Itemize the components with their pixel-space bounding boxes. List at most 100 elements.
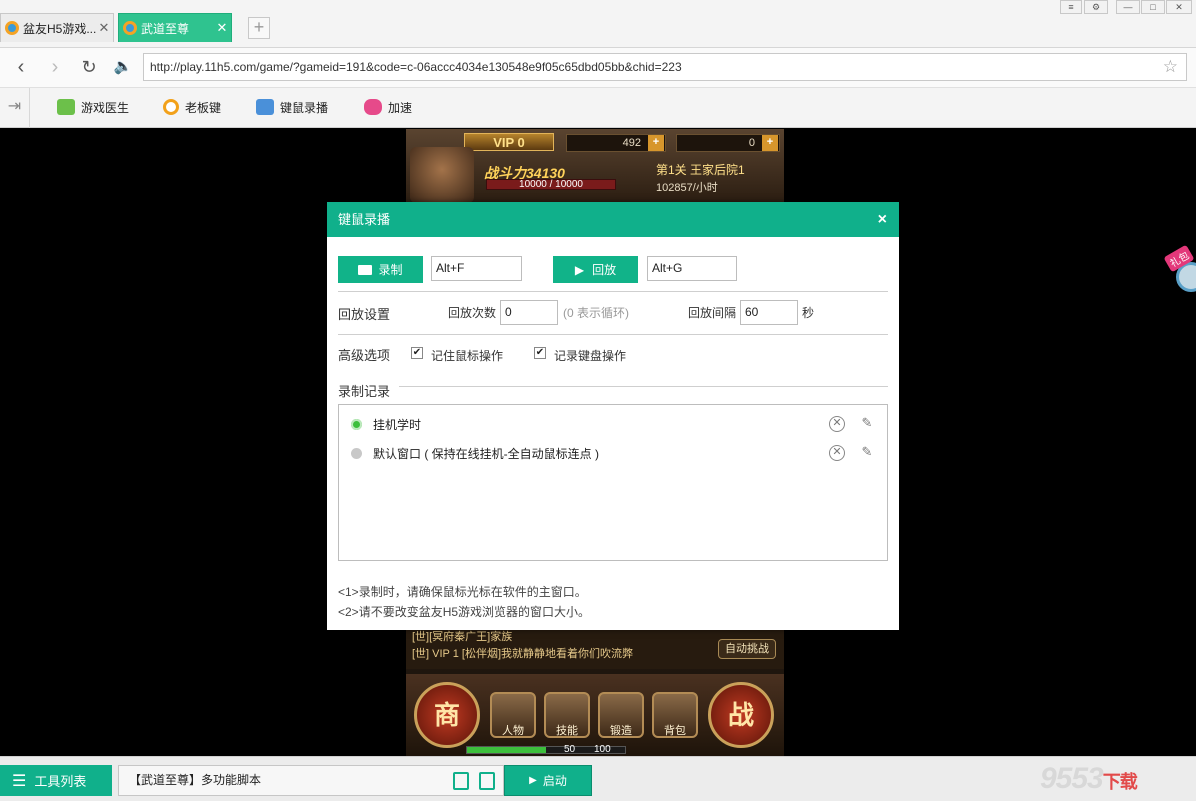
record-button[interactable]: 录制 (338, 256, 423, 283)
maximize-button[interactable]: □ (1141, 0, 1165, 14)
toolbar-item-label: 老板键 (185, 100, 222, 115)
shop-button[interactable]: 商 (414, 682, 480, 748)
toolbar-item-game-doctor[interactable]: 游戏医生 (57, 97, 129, 117)
script-selector[interactable]: 【武道至尊】多功能脚本 (118, 765, 504, 796)
toolbar-item-label: 游戏医生 (81, 100, 130, 115)
eye-icon (163, 99, 179, 115)
chat-panel: [世][冥府秦广王]家族 [世] VIP 1 [松伴烟]我就静静地看着你们吹流弊… (406, 627, 784, 669)
sidebar-toggle-icon[interactable]: ⇥ (0, 88, 30, 128)
add-gold-button[interactable]: + (648, 135, 664, 151)
close-tab-icon[interactable]: ✕ (215, 20, 229, 36)
tab-wudao[interactable]: 武道至尊 ✕ (118, 13, 232, 42)
tab-pengyou[interactable]: 盆友H5游戏... ✕ (0, 13, 114, 42)
settings-gear-icon[interactable]: ⚙ (1084, 0, 1108, 14)
add-ingot-button[interactable]: + (762, 135, 778, 151)
window-icon[interactable] (479, 772, 495, 790)
play-count-input[interactable]: 0 (500, 300, 558, 325)
mouse-checkbox[interactable]: ✔ (411, 347, 423, 359)
play-label: 回放 (592, 263, 617, 277)
hp-bar: 10000 / 10000 (486, 179, 616, 190)
delete-icon[interactable]: ✕ (829, 416, 845, 432)
record-name: 默认窗口 ( 保持在线挂机-全自动鼠标连点 ) (373, 446, 599, 461)
stage-name: 第1关 王家后院1 (656, 163, 745, 177)
character-button[interactable]: 人物 (490, 692, 536, 738)
key-mouse-record-dialog: 键鼠录播 × 录制 Alt+F ▶ 回放 Alt+G 回放设置 回放次数 0 (… (327, 202, 899, 630)
vip-badge[interactable]: VIP 0 (464, 133, 554, 151)
bookmark-star-icon[interactable]: ☆ (1163, 54, 1178, 80)
note-line: <1>录制时，请确保鼠标光标在软件的主窗口。 (338, 585, 587, 599)
hero-portrait[interactable] (410, 147, 474, 203)
skills-button[interactable]: 技能 (544, 692, 590, 738)
dialog-header: 键鼠录播 × (327, 202, 899, 237)
gift-pack-button[interactable]: 礼包 (1163, 244, 1196, 292)
dialog-close-icon[interactable]: × (878, 202, 887, 237)
game-bottom-menu: 商 人物 技能 锻造 背包 战 50 100 (406, 674, 784, 756)
list-item[interactable]: 默认窗口 ( 保持在线挂机-全自动鼠标连点 ) ✕ ✎ (351, 444, 875, 462)
ingot-counter: 0 + (676, 134, 780, 152)
status-bar: ☰ 工具列表 【武道至尊】多功能脚本 ▶ 启动 (0, 756, 1196, 801)
record-hotkey-field[interactable]: Alt+F (431, 256, 522, 281)
forge-button[interactable]: 锻造 (598, 692, 644, 738)
delete-icon[interactable]: ✕ (829, 445, 845, 461)
navigation-bar: ‹ › ↻ 🔈 http://play.11h5.com/game/?gamei… (0, 48, 1196, 88)
forward-icon[interactable]: › (42, 54, 68, 80)
new-tab-button[interactable]: + (248, 17, 270, 39)
record-list: 挂机学时 ✕ ✎ 默认窗口 ( 保持在线挂机-全自动鼠标连点 ) ✕ ✎ (338, 404, 888, 561)
medkit-icon (57, 99, 75, 115)
video-camera-icon (358, 264, 373, 275)
toolbar-item-label: 键鼠录播 (280, 100, 329, 115)
advanced-options-heading: 高级选项 (338, 348, 391, 363)
play-hotkey-field[interactable]: Alt+G (647, 256, 737, 281)
inactive-status-dot (351, 447, 362, 459)
site-favicon-icon (123, 21, 137, 35)
window-close-button[interactable]: ✕ (1166, 0, 1192, 14)
tool-bar: ⇥ 游戏医生 老板键 键鼠录播 加速 (0, 88, 1196, 128)
minimize-button[interactable]: — (1116, 0, 1140, 14)
toolbar-item-boss-key[interactable]: 老板键 (163, 97, 221, 117)
record-name: 挂机学时 (373, 417, 422, 432)
record-label: 录制 (378, 263, 403, 277)
income-rate: 102857/小时 (656, 182, 718, 194)
tool-list-button[interactable]: ☰ 工具列表 (0, 765, 112, 796)
divider (399, 386, 888, 387)
divider (338, 334, 888, 335)
loop-hint: (0 表示循环) (563, 306, 630, 320)
play-count-label: 回放次数 (448, 306, 497, 320)
mute-icon[interactable]: 🔈 (110, 54, 136, 80)
list-icon: ☰ (12, 772, 27, 790)
interval-input[interactable]: 60 (740, 300, 798, 325)
playback-settings-heading: 回放设置 (338, 307, 391, 322)
back-icon[interactable]: ‹ (8, 54, 34, 80)
note-line: <2>请不要改变盆友H5游戏浏览器的窗口大小。 (338, 605, 591, 619)
keyboard-icon (256, 99, 274, 115)
start-button[interactable]: ▶ 启动 (504, 765, 592, 796)
edit-icon[interactable]: ✎ (859, 416, 875, 432)
document-icon[interactable] (453, 772, 469, 790)
menu-icon[interactable]: ≡ (1060, 0, 1082, 14)
close-tab-icon[interactable]: ✕ (97, 20, 111, 36)
interval-label: 回放间隔 (688, 306, 737, 320)
refresh-icon[interactable]: ↻ (76, 54, 102, 80)
toolbar-item-speedup[interactable]: 加速 (364, 97, 412, 117)
play-icon: ▶ (574, 262, 585, 277)
auto-challenge-button[interactable]: 自动挑战 (718, 639, 776, 659)
edit-icon[interactable]: ✎ (859, 445, 875, 461)
keyboard-checkbox[interactable]: ✔ (534, 347, 546, 359)
gold-value: 492 (622, 137, 641, 149)
divider (338, 291, 888, 292)
toolbar-item-key-mouse-record[interactable]: 键鼠录播 (256, 97, 328, 117)
address-bar[interactable]: http://play.11h5.com/game/?gameid=191&co… (143, 53, 1187, 81)
list-item[interactable]: 挂机学时 ✕ ✎ (351, 415, 875, 433)
active-status-dot (351, 418, 362, 430)
gamepad-icon (364, 99, 382, 115)
dialog-title: 键鼠录播 (338, 212, 391, 227)
keyboard-option-label: 记录键盘操作 (554, 349, 627, 363)
battle-button[interactable]: 战 (708, 682, 774, 748)
bag-button[interactable]: 背包 (652, 692, 698, 738)
interval-unit: 秒 (802, 306, 815, 320)
toolbar-item-label: 加速 (388, 100, 413, 115)
play-button[interactable]: ▶ 回放 (553, 256, 638, 283)
ingot-value: 0 (748, 137, 755, 149)
mouse-option-label: 记住鼠标操作 (431, 349, 504, 363)
tab-strip: 盆友H5游戏... ✕ 武道至尊 ✕ + ≡ ⚙ — □ ✕ (0, 0, 1196, 48)
